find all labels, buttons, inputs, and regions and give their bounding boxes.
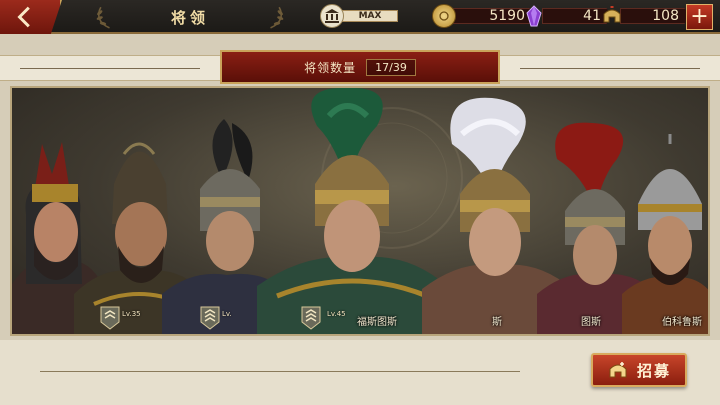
title-area: 将领 xyxy=(80,3,300,31)
general-count-panel: 将领数量 17/39 xyxy=(220,50,500,84)
plus-icon: + xyxy=(690,4,709,29)
building-level[interactable]: MAX xyxy=(320,4,398,28)
hero-card[interactable]: Lv.45 福斯图斯 xyxy=(257,88,447,334)
bottom-divider xyxy=(40,371,520,372)
add-resource-button[interactable]: + xyxy=(686,4,713,30)
hero-card[interactable]: 伯科鲁斯 xyxy=(622,134,708,334)
hero-name: 斯 xyxy=(492,317,502,328)
back-arrow-icon xyxy=(17,6,30,28)
max-indicator: MAX xyxy=(342,10,398,22)
rank-badge-icon xyxy=(100,306,120,330)
helmet-token-amount: 108 xyxy=(620,8,690,24)
divider-right xyxy=(520,68,700,69)
hero-name: 福斯图斯 xyxy=(357,317,397,328)
coin-resource[interactable]: 5190 xyxy=(432,4,536,28)
coin-icon xyxy=(432,4,456,28)
hero-portrait xyxy=(622,134,708,334)
gem-resource[interactable]: 41 xyxy=(522,5,612,27)
hero-name: 图斯 xyxy=(581,317,601,328)
divider-left xyxy=(20,68,200,69)
hero-name: 伯科鲁斯 xyxy=(662,317,702,328)
laurel-left-icon xyxy=(96,6,110,29)
general-count-value: 17/39 xyxy=(366,58,416,76)
hero-level: Lv.45 xyxy=(327,310,346,318)
helmet-token-resource[interactable]: 108 xyxy=(600,5,690,27)
hero-gallery: Lv.35 Lv. Lv.45 福斯图斯 斯 图斯 伯科鲁斯 xyxy=(10,86,710,336)
hero-portrait xyxy=(257,88,447,334)
temple-icon xyxy=(320,4,344,28)
rank-badge-icon xyxy=(301,306,321,330)
page-title: 将领 xyxy=(170,8,209,27)
top-bar: 将领 MAX 5190 41 108 + xyxy=(0,0,720,34)
helmet-token-icon xyxy=(600,4,624,28)
hero-level: Lv. xyxy=(222,310,232,318)
general-count-label: 将领数量 xyxy=(304,60,357,75)
recruit-button[interactable]: 招募 xyxy=(591,353,687,387)
rank-badge-icon xyxy=(200,306,220,330)
hero-level: Lv.35 xyxy=(122,310,141,318)
back-button[interactable] xyxy=(0,0,62,34)
recruit-label: 招募 xyxy=(636,361,671,380)
gem-icon xyxy=(522,4,546,28)
recruit-helmet-icon xyxy=(609,362,627,378)
laurel-right-icon xyxy=(270,6,284,29)
